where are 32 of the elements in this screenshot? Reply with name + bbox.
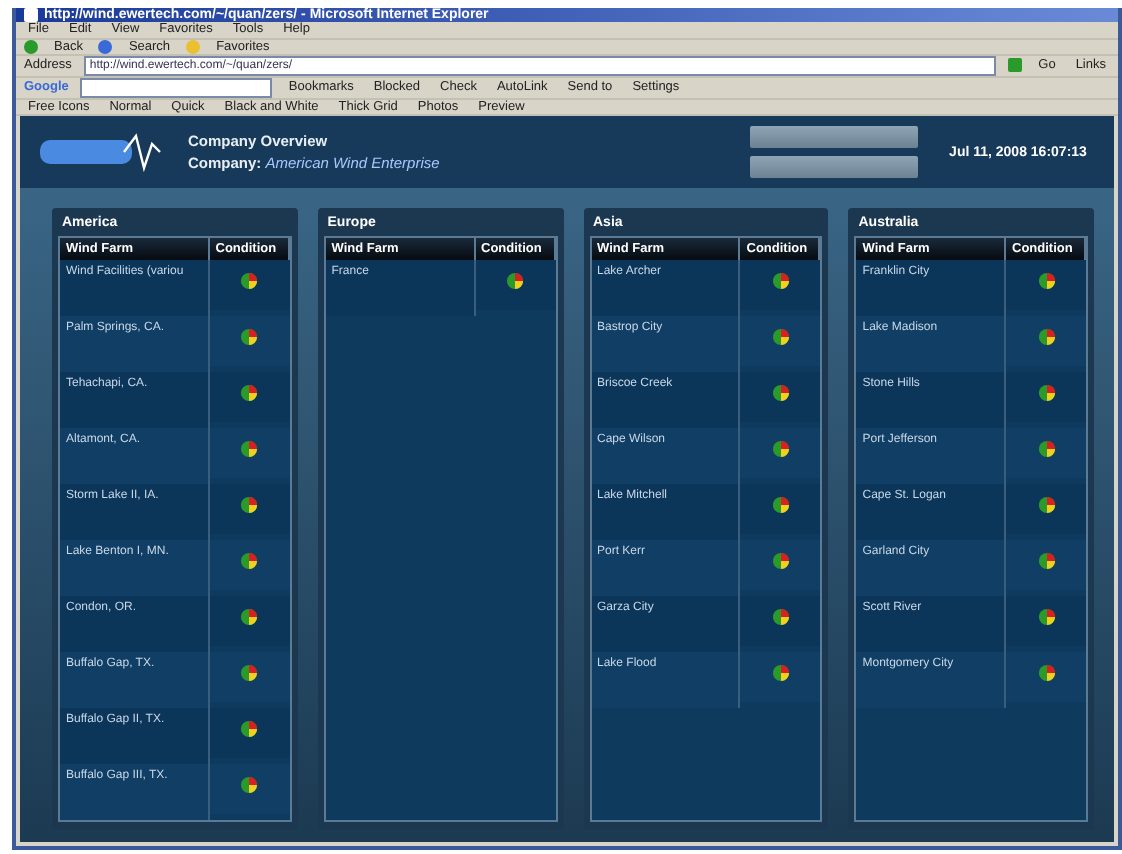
condition-pie-icon (1037, 328, 1055, 346)
condition-pie-icon (240, 552, 259, 570)
condition-pie-icon (771, 552, 790, 570)
condition-pie-icon (771, 272, 790, 290)
search-field[interactable] (80, 77, 273, 98)
condition-pie-icon (240, 272, 259, 290)
condition-pie-icon (240, 384, 259, 402)
browser-icon (24, 8, 38, 23)
condition-pie-icon (771, 664, 790, 682)
condition-pie-icon (771, 608, 790, 626)
condition-pie-icon (1037, 272, 1055, 290)
condition-pie-icon (1037, 440, 1055, 458)
condition-pie-icon (771, 328, 790, 346)
condition-pie-icon (240, 328, 259, 346)
condition-pie-icon (1037, 552, 1055, 570)
condition-pie-icon (1037, 496, 1055, 514)
header-button[interactable] (750, 126, 918, 148)
header-button[interactable] (750, 156, 918, 178)
condition-pie-icon (506, 272, 524, 290)
go-icon[interactable] (1008, 58, 1023, 73)
condition-pie-icon (240, 776, 259, 794)
condition-pie-icon (240, 720, 259, 738)
condition-pie-icon (1037, 608, 1055, 626)
condition-pie-icon (771, 496, 790, 514)
condition-pie-icon (1037, 384, 1055, 402)
condition-pie-icon (771, 440, 790, 458)
condition-pie-icon (240, 664, 259, 682)
condition-pie-icon (1037, 664, 1055, 682)
condition-pie-icon (240, 440, 259, 458)
condition-pie-icon (771, 384, 790, 402)
condition-pie-icon (240, 608, 259, 626)
condition-pie-icon (240, 496, 259, 514)
